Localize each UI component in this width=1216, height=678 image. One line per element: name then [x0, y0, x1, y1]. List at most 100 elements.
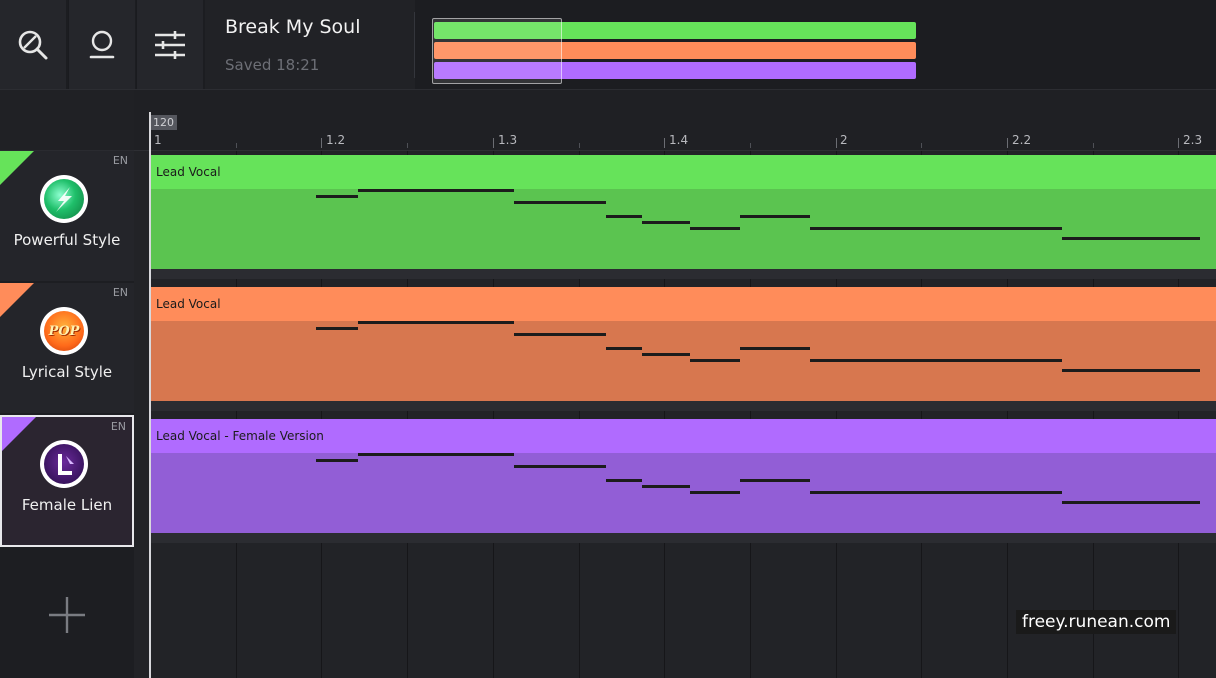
- ruler-tick: [750, 143, 751, 148]
- female-lien-avatar-icon: [58, 454, 74, 475]
- pitch-note[interactable]: [810, 227, 1062, 230]
- plus-icon: [49, 597, 85, 633]
- track-name: Lyrical Style: [21, 363, 113, 381]
- track-header-lyrical-style[interactable]: EN POP Lyrical Style: [0, 283, 134, 413]
- pitch-note[interactable]: [810, 491, 1062, 494]
- ruler-tick: [664, 138, 665, 148]
- ruler-marker: 2.2: [1012, 133, 1032, 147]
- lane-label: Lead Vocal: [156, 165, 221, 179]
- pitch-note[interactable]: [740, 479, 810, 482]
- mixer-settings-button[interactable]: [136, 0, 203, 89]
- lane-label: Lead Vocal: [156, 297, 221, 311]
- track-header-powerful-style[interactable]: EN Powerful Style: [0, 151, 134, 281]
- pitch-note[interactable]: [642, 485, 690, 488]
- playhead[interactable]: [149, 112, 151, 678]
- note-area[interactable]: [150, 189, 1216, 269]
- ruler-marker: 1.4: [669, 133, 689, 147]
- lane-header[interactable]: Lead Vocal: [150, 155, 1216, 189]
- track-list: EN Powerful Style EN POP Lyrical Style E…: [0, 90, 134, 678]
- track-header-female-lien[interactable]: EN Female Lien: [0, 415, 134, 547]
- divider: [414, 12, 415, 78]
- ruler-tick: [236, 143, 237, 148]
- song-info[interactable]: Break My Soul Saved 18:21: [205, 0, 415, 89]
- voice-avatar[interactable]: [40, 175, 88, 223]
- track-list-header: [0, 90, 134, 151]
- pitch-note[interactable]: [316, 459, 358, 462]
- watermark-text: freey.runean.com: [1016, 610, 1177, 634]
- ruler-tick: [321, 138, 322, 148]
- ruler-marker: 1.2: [326, 133, 346, 147]
- ruler-marker: 2.3: [1183, 133, 1203, 147]
- voice-avatar[interactable]: [40, 440, 88, 488]
- lane-footer: [150, 533, 1216, 543]
- note-area[interactable]: [150, 453, 1216, 533]
- ruler-tick: [1007, 138, 1008, 148]
- pitch-note[interactable]: [690, 491, 740, 494]
- pitch-note[interactable]: [642, 221, 690, 224]
- search-button[interactable]: [0, 0, 66, 89]
- ruler-marker: 1: [154, 133, 162, 147]
- language-tag: EN: [110, 420, 126, 433]
- pitch-note[interactable]: [358, 453, 514, 456]
- profile-button[interactable]: [68, 0, 135, 89]
- track-color-marker: [2, 417, 36, 451]
- pitch-note[interactable]: [514, 465, 606, 468]
- ruler-tick: [921, 143, 922, 148]
- lane-female-lien[interactable]: Lead Vocal - Female Version: [150, 419, 1216, 543]
- lane-lyrical-style[interactable]: Lead Vocal: [150, 287, 1216, 411]
- pitch-note[interactable]: [740, 215, 810, 218]
- song-title: Break My Soul: [225, 16, 361, 38]
- lane-header[interactable]: Lead Vocal - Female Version: [150, 419, 1216, 453]
- track-name: Powerful Style: [13, 231, 121, 249]
- pitch-note[interactable]: [358, 189, 514, 192]
- ruler-marker: 1.3: [498, 133, 518, 147]
- tempo-badge[interactable]: 120: [150, 115, 177, 130]
- pitch-note[interactable]: [740, 347, 810, 350]
- lane-label: Lead Vocal - Female Version: [156, 429, 324, 443]
- powerful-style-avatar-icon: [56, 187, 72, 212]
- ruler-tick: [493, 138, 494, 148]
- track-color-marker: [0, 151, 34, 185]
- top-toolbar: Break My Soul Saved 18:21: [0, 0, 1216, 90]
- note-area[interactable]: [150, 321, 1216, 401]
- pitch-note[interactable]: [1062, 237, 1200, 240]
- pitch-note[interactable]: [606, 479, 642, 482]
- add-track-button[interactable]: [42, 590, 92, 640]
- pitch-note[interactable]: [690, 359, 740, 362]
- ruler-tick: [1178, 138, 1179, 148]
- overview-viewport-window[interactable]: [432, 18, 562, 84]
- pitch-note[interactable]: [642, 353, 690, 356]
- voice-avatar[interactable]: POP: [40, 307, 88, 355]
- search-icon: [18, 30, 48, 59]
- pitch-note[interactable]: [1062, 501, 1200, 504]
- lane-powerful-style[interactable]: Lead Vocal: [150, 155, 1216, 279]
- ruler-tick: [836, 138, 837, 148]
- save-status: Saved 18:21: [225, 56, 320, 74]
- language-tag: EN: [112, 154, 128, 167]
- pitch-note[interactable]: [1062, 369, 1200, 372]
- lane-header[interactable]: Lead Vocal: [150, 287, 1216, 321]
- ruler-tick: [579, 143, 580, 148]
- time-ruler[interactable]: 120 1 1.2 1.3 1.4 2 2.2 2.3: [134, 90, 1216, 151]
- pitch-note[interactable]: [810, 359, 1062, 362]
- track-color-marker: [0, 283, 34, 317]
- pitch-note[interactable]: [606, 347, 642, 350]
- profile-icon: [89, 30, 115, 58]
- pitch-note[interactable]: [690, 227, 740, 230]
- track-overview-minimap[interactable]: [430, 18, 920, 84]
- lane-footer: [150, 269, 1216, 279]
- pitch-note[interactable]: [316, 195, 358, 198]
- language-tag: EN: [112, 286, 128, 299]
- settings-sliders-icon: [155, 30, 185, 59]
- pitch-note[interactable]: [606, 215, 642, 218]
- ruler-marker: 2: [840, 133, 848, 147]
- pitch-note[interactable]: [514, 201, 606, 204]
- pitch-note[interactable]: [358, 321, 514, 324]
- ruler-tick: [1093, 143, 1094, 148]
- track-name: Female Lien: [21, 496, 113, 514]
- lane-footer: [150, 401, 1216, 411]
- timeline-editor[interactable]: 120 1 1.2 1.3 1.4 2 2.2 2.3 Lead Vocal L…: [134, 90, 1216, 678]
- pitch-note[interactable]: [514, 333, 606, 336]
- ruler-tick: [407, 143, 408, 148]
- pitch-note[interactable]: [316, 327, 358, 330]
